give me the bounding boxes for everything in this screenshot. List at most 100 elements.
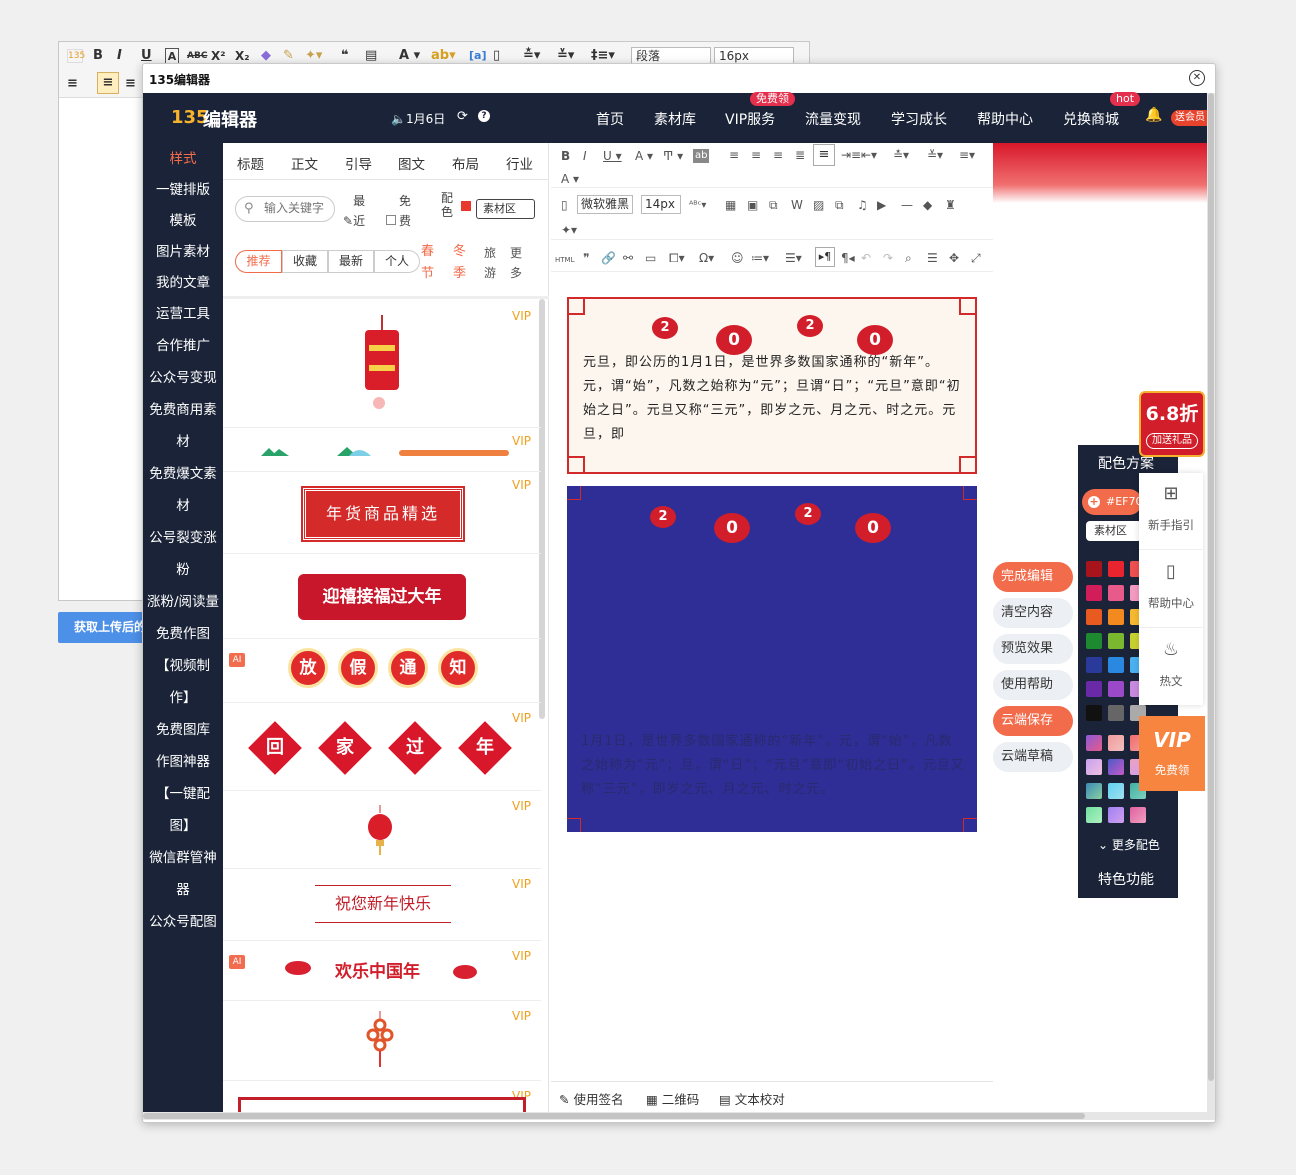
color-swatch[interactable] (461, 201, 471, 211)
paragraph-spacing-icon[interactable]: ≚▾ (927, 148, 943, 162)
fullscreen-icon[interactable]: ⤢ (971, 251, 981, 265)
clear-content-button[interactable]: 清空内容 (993, 598, 1073, 628)
gift-vip-button[interactable]: 送会员 (1171, 110, 1207, 126)
side-item-articles[interactable]: 我的文章 (143, 275, 223, 291)
paragraph-icon[interactable]: ☰ (927, 251, 938, 265)
insert-icon[interactable]: [a] (469, 48, 486, 64)
tile-notice[interactable]: AI 放 假 通 知 (223, 639, 541, 703)
redo-icon[interactable]: ↷ (883, 251, 893, 265)
fire-icon[interactable]: ♨ (1139, 639, 1203, 660)
tab-guide[interactable]: 引导 (345, 153, 372, 173)
tile-mountains[interactable]: VIP (223, 428, 541, 472)
eraser-icon[interactable]: ◆ (261, 48, 271, 64)
article-text-2[interactable]: 1月1日，是世界多数国家通称的“新年”。元，谓“始”，凡数之始称为“元”；旦，谓… (581, 730, 965, 802)
line-height-icon[interactable]: ≛▾ (523, 48, 540, 64)
insert-frame-icon[interactable]: ⧠▾ (669, 251, 685, 265)
color-swatch[interactable] (1108, 609, 1124, 625)
get-upload-button[interactable]: 获取上传后的 (58, 612, 148, 643)
magic-wand-icon[interactable]: ✦▾ (305, 48, 322, 64)
tab-image-text[interactable]: 图文 (398, 153, 425, 173)
tab-body[interactable]: 正文 (291, 153, 318, 173)
ltr-icon[interactable]: ▸¶ (815, 247, 835, 267)
color-swatch[interactable] (1086, 633, 1102, 649)
add-color-icon[interactable]: + (1088, 496, 1100, 508)
cloud-draft-button[interactable]: 云端草稿 (993, 742, 1073, 772)
line-height-icon[interactable]: ≛▾ (893, 148, 909, 162)
side-item-style[interactable]: 样式 (143, 151, 223, 167)
align-center-icon[interactable]: ≡ (125, 76, 136, 92)
side-item-gallery[interactable]: 免费图库 (143, 722, 223, 738)
unordered-list-icon[interactable]: ☰▾ (785, 251, 802, 265)
search-input[interactable] (264, 201, 330, 215)
side-item-free-material-2[interactable]: 材 (143, 434, 223, 450)
article-text-1[interactable]: 元旦，即公历的1月1日，是世界多数国家通称的“新年”。元，谓“始”，凡数之始称为… (583, 351, 963, 447)
side-item-tools[interactable]: 运营工具 (143, 306, 223, 322)
highlight-button[interactable]: ab (693, 149, 710, 163)
color-swatch[interactable] (1086, 585, 1102, 601)
search-box[interactable]: ⚲ (235, 196, 335, 222)
free-filter[interactable]: 免费 (386, 191, 413, 231)
editor-logo-icon[interactable]: 135 (67, 49, 85, 63)
nav-home[interactable]: 首页 (596, 109, 624, 129)
scroll-thumb[interactable] (1208, 93, 1214, 1081)
color-swatch[interactable] (1108, 633, 1124, 649)
recent-filter[interactable]: ✎最近 (343, 191, 367, 231)
color-swatch[interactable] (1086, 807, 1102, 823)
article-card-1[interactable]: 2 0 2 0 元旦，即公历的1月1日，是世界多数国家通称的“新年”。元，谓“始… (567, 297, 977, 474)
tab-layout[interactable]: 布局 (452, 153, 479, 173)
color-swatch[interactable] (1086, 759, 1102, 775)
underline-button[interactable]: U (141, 48, 152, 64)
indent-more-icon[interactable]: ⇥≡ (841, 148, 861, 162)
unlink-icon[interactable]: ⚯ (623, 251, 633, 265)
spellcheck-icon[interactable]: ᴬᴮᶜ▾ (689, 199, 706, 213)
align-left-icon[interactable]: ≡ (729, 148, 739, 162)
side-item-video[interactable]: 【视频制 (143, 658, 223, 674)
format-brush-icon[interactable]: ✎ (283, 48, 294, 64)
nav-help[interactable]: 帮助中心 (977, 109, 1033, 129)
font-color-button[interactable]: A ▾ (635, 149, 653, 163)
logo-text[interactable]: 编辑器 (203, 106, 257, 132)
side-item-free-design[interactable]: 免费作图 (143, 626, 223, 642)
side-item-auto-image[interactable]: 【一键配 (143, 786, 223, 802)
close-icon[interactable]: ✕ (1189, 70, 1205, 86)
tile-wish[interactable]: VIP 祝您新年快乐 (223, 869, 541, 941)
quote-icon[interactable]: ❝ (341, 48, 349, 64)
subscript-icon[interactable]: X₂ (235, 48, 250, 64)
picture-icon[interactable]: ▨ (813, 198, 824, 212)
tile-home[interactable]: VIP 回 家 过 年 (223, 703, 541, 791)
strikethrough-icon[interactable]: ABC (187, 48, 207, 64)
guide-icon[interactable]: ⊞ (1139, 483, 1203, 504)
color-swatch[interactable] (1130, 807, 1146, 823)
magic-wand-icon[interactable]: ✦▾ (561, 223, 577, 237)
color-swatch[interactable] (1108, 807, 1124, 823)
italic-button[interactable]: I (583, 149, 587, 163)
color-swatch[interactable] (1108, 735, 1124, 751)
season-spring[interactable]: 春节 (421, 241, 435, 285)
align-left-icon[interactable]: ≡ (67, 76, 78, 92)
preview-button[interactable]: 预览效果 (993, 634, 1073, 664)
season-winter[interactable]: 冬季 (453, 241, 467, 285)
omega-icon[interactable]: Ω▾ (699, 251, 714, 265)
tile-goods[interactable]: VIP 年货商品精选 (223, 472, 541, 554)
html-button[interactable]: HTML (555, 253, 574, 267)
video-icon[interactable]: ▶ (877, 198, 886, 212)
filter-recommend[interactable]: 推荐 (235, 250, 282, 273)
color-swatch[interactable] (1086, 783, 1102, 799)
color-swatch[interactable] (1108, 783, 1124, 799)
tile-frame[interactable]: VIP (223, 1081, 541, 1117)
side-item-images[interactable]: 图片素材 (143, 244, 223, 260)
nav-materials[interactable]: 素材库 (654, 109, 696, 129)
tile-firecracker[interactable]: VIP (223, 299, 541, 428)
help-center-label[interactable]: 帮助中心 (1139, 595, 1203, 611)
discount-promo[interactable]: 6.8折 加送礼品 (1139, 391, 1205, 457)
special-features-label[interactable]: 特色功能 (1098, 869, 1154, 889)
template-icon[interactable]: ▭ (645, 251, 656, 265)
page-icon[interactable]: ▯ (493, 48, 500, 64)
bold-button[interactable]: B (561, 149, 570, 163)
season-travel[interactable]: 旅游 (484, 243, 498, 283)
side-item-design-tool[interactable]: 作图神器 (143, 754, 223, 770)
spacing-icon[interactable]: ‡≡▾ (591, 48, 615, 64)
side-item-free-material[interactable]: 免费商用素 (143, 402, 223, 418)
side-item-cover[interactable]: 公众号配图 (143, 914, 223, 930)
color-swatch[interactable] (1086, 609, 1102, 625)
